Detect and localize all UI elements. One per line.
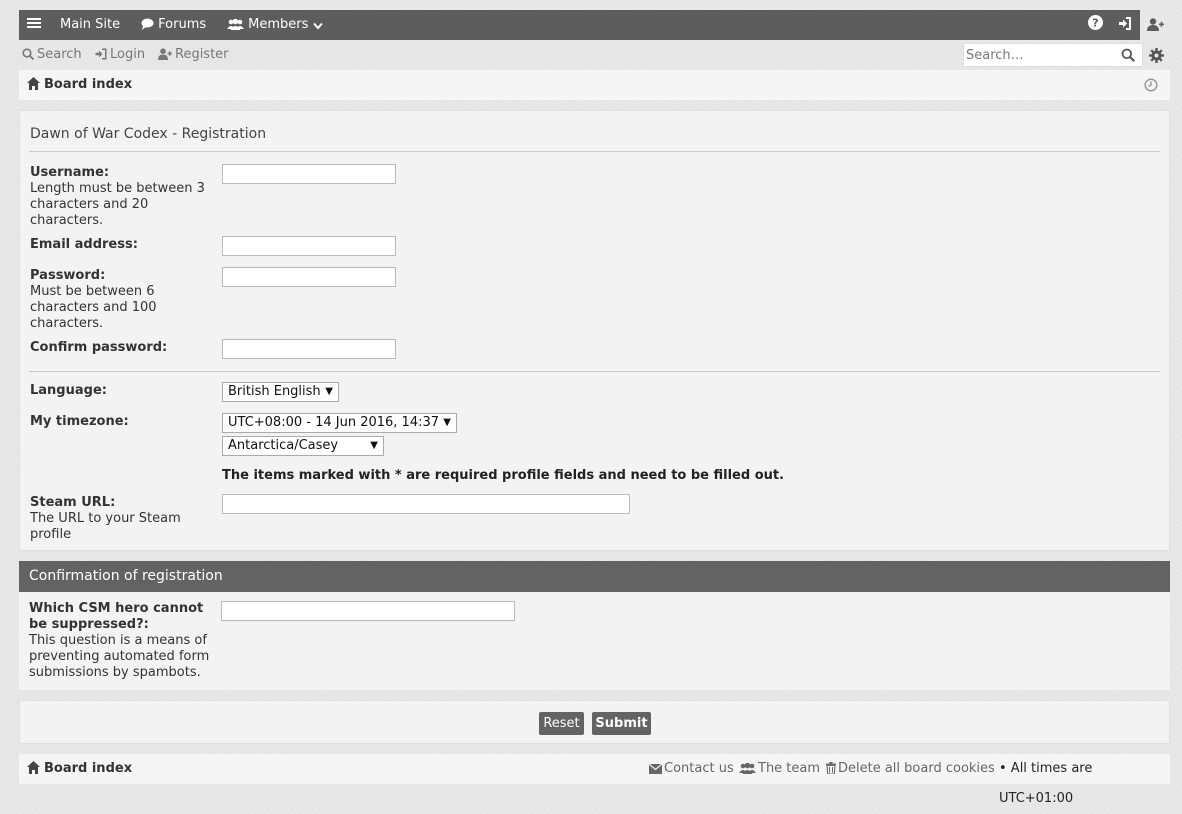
register-label: Register <box>175 47 229 62</box>
delete-cookies-label: Delete all board cookies <box>838 761 995 776</box>
email-label: Email address: <box>30 237 138 252</box>
reset-button[interactable]: Reset <box>539 712 584 735</box>
sign-in-icon <box>95 48 107 60</box>
email-label-block: Email address: <box>30 237 215 253</box>
chevron-down-icon <box>312 22 323 30</box>
footer-board-index-label: Board index <box>44 761 133 776</box>
language-value: British English <box>228 384 321 399</box>
search-link[interactable]: Search <box>22 46 82 64</box>
divider <box>29 151 1160 152</box>
home-icon <box>27 77 40 90</box>
breadcrumb-board-index[interactable]: Board index <box>27 70 132 100</box>
search-icon <box>22 48 35 61</box>
question-label: Which CSM hero cannot be suppressed?: <box>29 601 204 632</box>
the-team-link[interactable]: The team <box>739 754 820 784</box>
question-label-block: Which CSM hero cannot be suppressed?: Th… <box>29 601 214 681</box>
dropdown-arrow-icon: ▼ <box>443 417 451 428</box>
confirm-label-block: Confirm password: <box>30 340 215 356</box>
steam-url-help: The URL to your Steam profile <box>30 511 181 542</box>
username-field[interactable] <box>222 164 396 184</box>
username-label-block: Username: Length must be between 3 chara… <box>30 165 215 229</box>
timezone-region-value: Antarctica/Casey <box>228 438 339 453</box>
dropdown-arrow-icon: ▼ <box>370 440 378 451</box>
password-label-block: Password: Must be between 6 characters a… <box>30 268 215 332</box>
confirm-password-field[interactable] <box>222 339 396 359</box>
gear-icon[interactable] <box>1149 48 1164 67</box>
clock-icon <box>1144 78 1158 96</box>
timezone-value: UTC+08:00 - 14 Jun 2016, 14:37 <box>228 415 440 430</box>
required-fields-note: The items marked with * are required pro… <box>222 468 785 483</box>
members-menu[interactable]: Members <box>227 10 323 40</box>
timezone-region-select[interactable]: Antarctica/Casey ▼ <box>222 436 384 456</box>
password-help: Must be between 6 characters and 100 cha… <box>30 284 157 331</box>
members-label: Members <box>248 17 309 32</box>
search-input[interactable] <box>966 47 1114 63</box>
delete-cookies-link[interactable]: Delete all board cookies <box>826 754 995 784</box>
breadcrumb: Board index <box>19 70 1170 100</box>
footer-board-index[interactable]: Board index <box>27 754 132 784</box>
home-icon <box>27 761 40 774</box>
language-label-block: Language: <box>30 383 215 399</box>
users-icon <box>227 18 244 30</box>
password-field[interactable] <box>222 267 396 287</box>
search-icon[interactable] <box>1121 48 1135 66</box>
steam-label-block: Steam URL: The URL to your Steam profile <box>30 495 215 543</box>
users-icon <box>739 762 756 774</box>
registration-panel: Dawn of War Codex - Registration Usernam… <box>19 110 1170 551</box>
forums-link[interactable]: Forums <box>141 10 206 40</box>
language-select[interactable]: British English ▼ <box>222 382 339 402</box>
form-buttons-bar: Reset Submit <box>19 700 1170 744</box>
speech-bubble-icon <box>141 18 154 30</box>
main-site-link[interactable]: Main Site <box>60 10 120 40</box>
board-index-label: Board index <box>44 77 133 92</box>
page-title: Dawn of War Codex - Registration <box>30 126 267 142</box>
login-label: Login <box>110 47 146 62</box>
timezone-note: • All times are UTC+01:00 <box>999 761 1093 806</box>
search-box <box>963 43 1143 67</box>
username-label: Username: <box>30 165 110 180</box>
the-team-label: The team <box>758 761 821 776</box>
timezone-select[interactable]: UTC+08:00 - 14 Jun 2016, 14:37 ▼ <box>222 413 457 433</box>
login-icon[interactable] <box>1118 10 1132 40</box>
svg-text:?: ? <box>1092 17 1098 30</box>
login-link[interactable]: Login <box>95 46 145 64</box>
email-field[interactable] <box>222 236 396 256</box>
register-icon-button[interactable] <box>1140 10 1170 40</box>
trash-icon <box>826 762 836 775</box>
language-label: Language: <box>30 383 107 398</box>
password-label: Password: <box>30 268 106 283</box>
timezone-label: My timezone: <box>30 414 129 429</box>
forums-label: Forums <box>158 17 207 32</box>
contact-us-label: Contact us <box>664 761 734 776</box>
confirmation-title: Confirmation of registration <box>29 568 223 584</box>
register-link[interactable]: Register <box>158 46 229 64</box>
confirmation-panel: Confirmation of registration Which CSM h… <box>19 561 1170 690</box>
envelope-icon <box>648 763 663 774</box>
confirmation-header: Confirmation of registration <box>19 561 1170 592</box>
menu-icon[interactable] <box>27 10 41 40</box>
steam-url-field[interactable] <box>222 494 630 514</box>
steam-url-label: Steam URL: <box>30 495 116 510</box>
divider <box>29 371 1160 372</box>
user-plus-icon <box>158 48 172 60</box>
question-help: This question is a means of preventing a… <box>29 633 210 680</box>
contact-us-link[interactable]: Contact us <box>648 754 734 784</box>
confirm-password-label: Confirm password: <box>30 340 168 355</box>
timezone-label-block: My timezone: <box>30 414 215 430</box>
help-icon[interactable]: ? <box>1088 10 1103 40</box>
top-navbar: Main Site Forums Members ? <box>19 10 1170 40</box>
search-label: Search <box>37 47 82 62</box>
username-help: Length must be between 3 characters and … <box>30 181 205 228</box>
dropdown-arrow-icon: ▼ <box>325 386 333 397</box>
submit-button[interactable]: Submit <box>592 712 651 735</box>
footer-bar: Board index Contact us The team Delete a… <box>19 754 1170 806</box>
captcha-answer-field[interactable] <box>221 601 515 621</box>
